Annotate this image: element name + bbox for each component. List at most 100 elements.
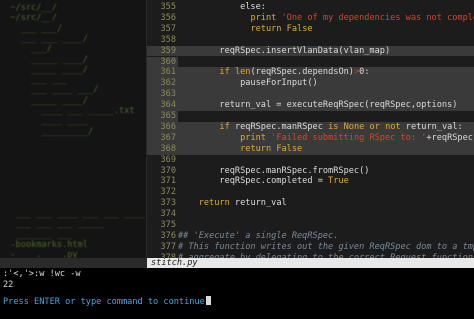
code-line[interactable]: 375: [147, 220, 474, 231]
line-number: 362: [160, 78, 176, 89]
code-text: ## 'Execute' a single ReqRSpec.: [178, 231, 338, 241]
code-token: False: [276, 143, 303, 154]
code-text: # This function writes out the given Req…: [178, 242, 474, 252]
command-line-area[interactable]: :'<,'>:w !wc -w 22 Press ENTER or type c…: [0, 268, 474, 319]
file-tree-item[interactable]: [0, 147, 146, 157]
file-tree-item[interactable]: [0, 188, 146, 198]
line-number: 372: [160, 187, 176, 198]
file-tree-item[interactable]: ___ ____ ___/: [0, 85, 146, 95]
code-token: return: [198, 198, 230, 209]
line-number: 358: [160, 34, 176, 45]
line-number: 368: [160, 143, 176, 154]
code-line[interactable]: 355 else:: [147, 2, 474, 13]
file-tree-item[interactable]: _____ ____/: [0, 55, 146, 65]
code-text: print 'Failed submitting RSpec to: '+req…: [178, 133, 474, 143]
file-tree-item[interactable]: [0, 178, 146, 188]
code-token: not: [385, 121, 401, 132]
code-token: return_val: [229, 198, 287, 209]
code-text: if len(reqRSpec.dependsOn)>0:: [178, 67, 369, 78]
file-tree-item[interactable]: _____ ____/: [0, 96, 146, 106]
file-tree-item[interactable]: ___ ___/: [0, 24, 146, 34]
code-line[interactable]: 366 if reqRSpec.manRSpec is None or not …: [147, 121, 474, 133]
code-token: +reqRSpec.aggrURL: [426, 132, 474, 143]
file-tree-item[interactable]: -____.____.py: [0, 250, 146, 258]
file-tree-status-bar: [0, 258, 147, 268]
code-line[interactable]: 376 ## 'Execute' a single ReqRSpec.: [147, 231, 474, 242]
code-token: reqRSpec.manRSpec: [229, 121, 329, 132]
code-text: return_val = executeReqRSpec(reqRSpec,op…: [178, 100, 457, 110]
line-number: 361: [160, 67, 176, 78]
code-line[interactable]: 373 return return_val: [147, 198, 474, 209]
code-line[interactable]: 368 return False: [147, 143, 474, 155]
code-line[interactable]: 356 print 'One of my dependencies was no…: [147, 13, 474, 24]
code-line[interactable]: 362 pauseForInput(): [147, 78, 474, 90]
code-line[interactable]: 377 # This function writes out the given …: [147, 242, 474, 253]
line-number: 375: [160, 220, 176, 230]
file-tree-item[interactable]: -bookmarks.html: [0, 240, 146, 250]
file-tree-item[interactable]: ___ ___: [0, 75, 146, 85]
line-number: 376: [160, 230, 176, 241]
code-token: print: [240, 132, 266, 143]
code-token: print: [250, 12, 277, 23]
line-number: 365: [160, 111, 176, 121]
line-number: 371: [160, 176, 176, 187]
line-number: 363: [160, 89, 176, 100]
code-token: return: [250, 23, 282, 34]
file-tree-item[interactable]: ___/: [0, 44, 146, 54]
file-tree-item[interactable]: [0, 158, 146, 168]
code-token: else:: [178, 2, 266, 12]
code-token: (reqRSpec.dependsOn): [250, 67, 354, 78]
code-line[interactable]: 371 reqRSpec.completed = True: [147, 176, 474, 187]
code-line[interactable]: 370 reqRSpec.manRSpec.fromRSpec(): [147, 166, 474, 177]
editor-pane[interactable]: 355 else: 356 print 'One of my dependenci…: [147, 0, 474, 258]
line-number: 370: [160, 165, 176, 176]
file-tree-item[interactable]: ____ ___ _____.txt: [0, 106, 146, 116]
code-line[interactable]: 360: [147, 56, 178, 68]
file-tree-item[interactable]: ___ ___ ____/: [0, 34, 146, 44]
code-line[interactable]: 374: [147, 209, 474, 220]
code-text: return False: [178, 144, 302, 154]
code-token: ## 'Execute' a single ReqRSpec.: [178, 230, 339, 241]
code-line[interactable]: 372: [147, 187, 474, 198]
command-output: 22: [3, 280, 14, 290]
code-text: return False: [178, 23, 313, 34]
file-tree-item[interactable]: [0, 199, 146, 209]
editor-status-line: stitch.py: [147, 258, 474, 268]
code-line[interactable]: 363: [147, 89, 474, 101]
filename-label: stitch.py: [151, 258, 198, 268]
code-token: False: [286, 23, 313, 34]
line-number: 355: [160, 2, 176, 12]
file-tree-item[interactable]: ____ ____: [0, 116, 146, 126]
code-text: reqRSpec.manRSpec.fromRSpec(): [178, 166, 369, 176]
file-tree-item[interactable]: [0, 137, 146, 147]
code-token: if: [219, 67, 230, 78]
file-tree-item[interactable]: _______ ___: [0, 230, 146, 240]
code-token: reqRSpec.insertVlanData(vlan_map): [178, 45, 391, 56]
code-text: reqRSpec.completed = True: [178, 176, 349, 187]
file-tree-item[interactable]: ___ ___ ___ _____: [0, 219, 146, 229]
code-line[interactable]: 367 print 'Failed submitting RSpec to: '…: [147, 132, 474, 144]
code-token: True: [328, 176, 349, 187]
code-token: reqRSpec.manRSpec.fromRSpec(): [178, 165, 370, 176]
file-tree-item[interactable]: _________/: [0, 127, 146, 137]
code-line[interactable]: 357 return False: [147, 24, 474, 35]
file-tree-item[interactable]: ~/src/__/: [0, 13, 146, 23]
code-line[interactable]: 369: [147, 155, 474, 166]
code-line[interactable]: 365: [147, 111, 178, 122]
file-tree-item[interactable]: ___ ___ ____ ___ ___ ____: [0, 209, 146, 219]
file-tree-item[interactable]: ~/src/__/: [0, 3, 146, 13]
file-tree-item[interactable]: _____ ____/: [0, 65, 146, 75]
line-number: 367: [160, 132, 176, 143]
line-number: 369: [160, 154, 176, 165]
code-line[interactable]: 359 reqRSpec.insertVlanData(vlan_map): [147, 45, 474, 57]
code-token: 'Failed submitting RSpec to: ': [271, 132, 427, 143]
command-prompt[interactable]: Press ENTER or type command to continue: [3, 296, 211, 307]
code-line[interactable]: 361 if len(reqRSpec.dependsOn)>0:: [147, 67, 474, 79]
file-tree-pane[interactable]: ~/src/__/ ~/src/__/ ___ ___/ ___ ___ ___…: [0, 0, 147, 258]
code-line[interactable]: 364 return_val = executeReqRSpec(reqRSpe…: [147, 100, 474, 111]
code-line[interactable]: 358: [147, 35, 474, 46]
file-tree-item[interactable]: [0, 168, 146, 178]
